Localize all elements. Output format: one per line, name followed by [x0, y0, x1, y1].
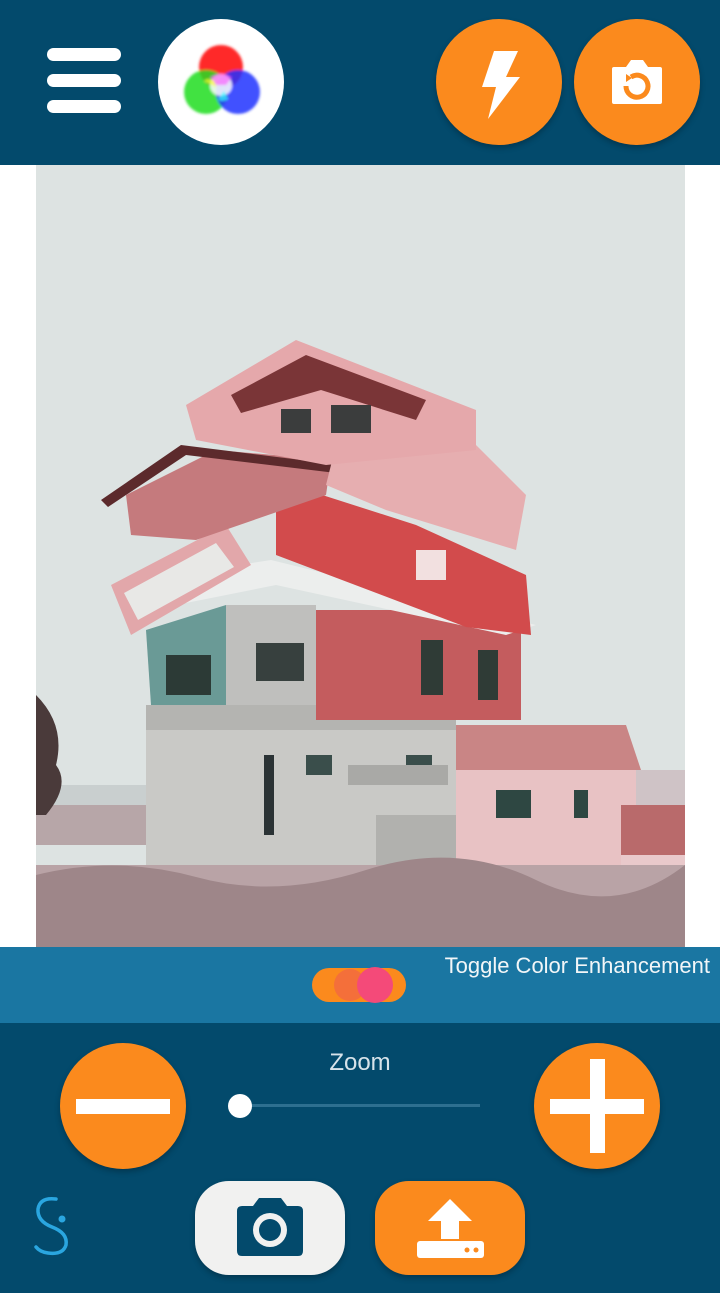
menu-bar	[47, 48, 121, 61]
flash-button[interactable]	[436, 19, 562, 145]
color-enhancement-toggle[interactable]	[312, 967, 406, 1003]
menu-button[interactable]	[44, 44, 124, 118]
plus-icon	[590, 1059, 605, 1153]
rgb-color-circles-icon	[184, 45, 260, 114]
bottom-controls: Zoom	[0, 1023, 720, 1293]
color-filter-button[interactable]	[158, 19, 284, 145]
menu-bar	[47, 100, 121, 113]
switch-camera-button[interactable]	[574, 19, 700, 145]
upload-tray-icon	[417, 1199, 484, 1258]
camera-icon	[237, 1198, 303, 1256]
minus-icon	[76, 1099, 170, 1114]
camera-preview	[0, 165, 720, 947]
s-logo-icon	[34, 1196, 68, 1256]
capture-photo-button[interactable]	[195, 1181, 345, 1275]
zoom-slider-track[interactable]	[240, 1104, 480, 1107]
upload-button[interactable]	[375, 1181, 525, 1275]
toggle-knob[interactable]	[357, 967, 393, 1003]
zoom-in-button[interactable]	[534, 1043, 660, 1169]
menu-bar	[47, 74, 121, 87]
top-toolbar	[0, 0, 720, 165]
color-enhancement-bar: Toggle Color Enhancement	[0, 947, 720, 1023]
zoom-slider-thumb[interactable]	[228, 1094, 252, 1118]
stacked-houses-collage-photo	[36, 165, 685, 947]
lightning-bolt-icon	[482, 51, 520, 119]
photo-illustration	[36, 165, 685, 947]
camera-switch-icon	[612, 60, 662, 104]
color-enhancement-label: Toggle Color Enhancement	[444, 953, 710, 978]
